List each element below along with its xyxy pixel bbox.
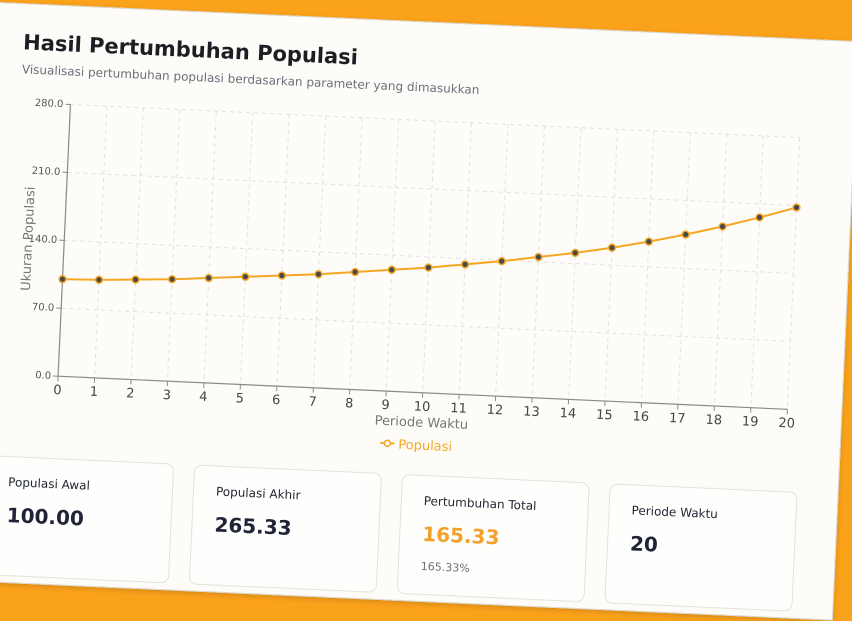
x-tick-label: 3 (162, 388, 171, 403)
x-tick-label: 20 (778, 416, 795, 432)
grid-line-vertical (277, 114, 289, 386)
y-tick-label: 280.0 (35, 98, 64, 110)
data-point (59, 276, 66, 283)
stat-label-period: Periode Waktu (631, 503, 718, 521)
x-tick-label: 10 (413, 399, 430, 415)
grid-line-vertical (459, 123, 471, 395)
x-tick-label: 1 (89, 385, 98, 400)
data-point (756, 214, 763, 221)
x-tick-label: 16 (632, 409, 649, 425)
data-point (425, 264, 432, 271)
x-tick-label: 2 (126, 386, 135, 401)
data-point (205, 274, 212, 281)
x-tick-label: 18 (705, 413, 722, 429)
stat-value-growth: 165.33 (422, 522, 500, 549)
stat-value-final: 265.33 (214, 512, 292, 539)
y-tick-label: 0.0 (35, 370, 51, 382)
data-point (242, 273, 249, 280)
x-tick-label: 9 (381, 398, 390, 413)
y-tick-label: 210.0 (31, 166, 60, 178)
grid-line-vertical (714, 134, 726, 406)
grid-line-vertical (532, 126, 544, 398)
x-tick-label: 19 (742, 414, 759, 430)
x-tick-label: 5 (235, 391, 244, 406)
population-line-chart: 0.070.0140.0210.0280.0012345678910111213… (0, 81, 823, 488)
x-tick-label: 13 (523, 404, 540, 420)
x-tick-label: 11 (450, 401, 467, 417)
stat-value-period: 20 (630, 531, 659, 556)
x-tick-label: 4 (199, 390, 208, 405)
legend-marker-swatch (384, 440, 390, 446)
x-axis-title: Periode Waktu (374, 414, 468, 433)
data-point (278, 272, 285, 279)
data-point (793, 204, 800, 211)
data-point (388, 266, 395, 273)
grid-line-vertical (386, 119, 398, 391)
results-card: Hasil Pertumbuhan Populasi Visualisasi p… (0, 2, 852, 621)
x-tick-label: 14 (559, 406, 576, 422)
x-tick-label: 7 (308, 395, 317, 410)
stat-sub-growth-percent: 165.33% (421, 560, 470, 575)
data-point (315, 271, 322, 278)
data-point (719, 223, 726, 230)
data-point (352, 268, 359, 275)
data-point (645, 238, 652, 245)
stat-card-initial: Populasi Awal 100.00 (0, 455, 174, 583)
stat-label-final: Populasi Akhir (216, 484, 301, 502)
x-tick-label: 8 (345, 396, 354, 411)
x-tick-label: 15 (596, 408, 613, 424)
data-point (572, 249, 579, 256)
x-tick-label: 6 (272, 393, 281, 408)
x-tick-label: 17 (669, 411, 686, 427)
stat-label-initial: Populasi Awal (8, 475, 90, 493)
data-point (608, 244, 615, 251)
data-point (682, 231, 689, 238)
data-point (462, 261, 469, 268)
data-point (132, 276, 139, 283)
x-tick-label: 0 (53, 383, 62, 398)
legend-label: Populasi (398, 438, 452, 455)
data-point (498, 258, 505, 265)
y-axis-title: Ukuran Populasi (19, 186, 39, 291)
stat-card-period: Periode Waktu 20 (604, 483, 797, 611)
stat-card-growth: Pertumbuhan Total 165.33 165.33% (397, 474, 590, 602)
data-point (535, 253, 542, 260)
x-tick-label: 12 (486, 403, 503, 419)
grid-line-vertical (204, 111, 216, 383)
stat-card-final: Populasi Akhir 265.33 (189, 464, 382, 592)
stat-value-initial: 100.00 (6, 503, 84, 530)
stat-label-growth: Pertumbuhan Total (423, 494, 536, 513)
data-point (95, 276, 102, 283)
y-tick-label: 70.0 (32, 302, 55, 314)
data-point (169, 276, 176, 283)
